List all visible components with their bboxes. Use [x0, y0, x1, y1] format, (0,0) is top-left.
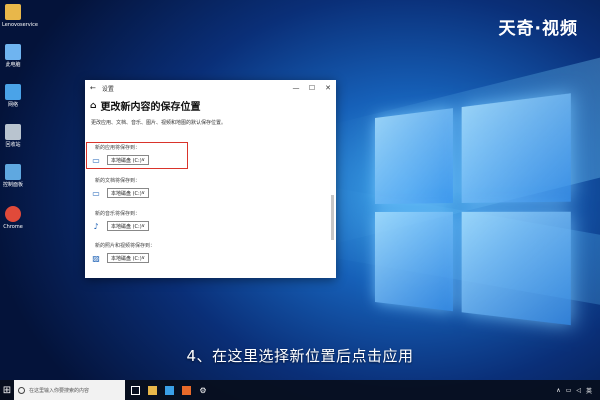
window-scrollbar[interactable] [331, 120, 335, 306]
app-icon [5, 4, 21, 20]
section-label: 新的文档将保存到： [95, 178, 141, 184]
photos-save-location: 新的照片和视频将保存到： ▨ 本地磁盘 (C:) ∨ [91, 242, 155, 263]
desktop-icon[interactable]: 此电脑 [2, 44, 24, 68]
desktop-icon-label: Lenovoservice [2, 22, 38, 28]
documents-save-location: 新的文档将保存到： ▭ 本地磁盘 (C:) ∨ [91, 177, 149, 198]
taskbar: ⊞ 在这里输入你要搜索的内容 ⚙ ∧ ▭ ◁ 英 [0, 380, 600, 400]
page-title: 更改新内容的保存位置 [100, 102, 201, 113]
minimize-icon[interactable]: — [288, 84, 304, 92]
app-icon [5, 164, 21, 180]
chevron-down-icon: ∨ [141, 255, 145, 261]
system-tray: ∧ ▭ ◁ 英 [551, 386, 600, 395]
highlight-box [86, 142, 188, 169]
taskbar-search[interactable]: 在这里输入你要搜索的内容 [14, 380, 125, 400]
music-save-location: 新的音乐将保存到： ♪ 本地磁盘 (C:) ∨ [91, 210, 149, 231]
photos-drive-select[interactable]: 本地磁盘 (C:) ∨ [107, 253, 149, 263]
search-icon [18, 386, 25, 394]
desktop-icon-label: 回收站 [5, 142, 21, 148]
chevron-up-icon[interactable]: ∧ [556, 387, 560, 394]
app-icon [5, 206, 21, 222]
search-placeholder: 在这里输入你要搜索的内容 [29, 387, 90, 394]
windows-logo-wallpaper [375, 93, 576, 334]
close-icon[interactable]: ✕ [320, 84, 336, 92]
browser-icon[interactable] [179, 380, 193, 400]
documents-drive-select[interactable]: 本地磁盘 (C:) ∨ [107, 188, 149, 198]
brand-watermark: 天奇·视频 [498, 19, 578, 39]
desktop-icon[interactable]: 控制面板 [2, 164, 24, 188]
music-icon: ♪ [93, 221, 99, 231]
start-icon[interactable]: ⊞ [0, 380, 14, 400]
page-description: 更改应用、文档、音乐、图片、视频和地图的默认保存位置。 [91, 120, 227, 126]
store-icon[interactable] [162, 380, 176, 400]
task-view-icon[interactable] [128, 380, 142, 400]
desktop-icon-label: 网络 [7, 102, 18, 108]
section-label: 新的音乐将保存到： [95, 211, 141, 217]
settings-gear-icon[interactable]: ⚙ [196, 380, 210, 400]
window-title: 设置 [101, 85, 114, 93]
desktop-icon[interactable]: 网络 [2, 84, 24, 108]
home-icon[interactable]: ⌂ [90, 101, 96, 111]
settings-window: ← 设置 — ☐ ✕ ⌂ 更改新内容的保存位置 更改应用、文档、音乐、图片、视频… [85, 80, 336, 278]
app-icon [5, 124, 21, 140]
chevron-down-icon: ∨ [141, 223, 145, 229]
desktop-icon[interactable]: Chrome [2, 206, 24, 230]
desktop-icon-label: Chrome [3, 224, 23, 230]
music-drive-select[interactable]: 本地磁盘 (C:) ∨ [107, 221, 149, 231]
folder-icon: ▭ [92, 188, 100, 198]
back-arrow-icon[interactable]: ← [90, 84, 96, 92]
network-icon[interactable]: ▭ [566, 387, 572, 394]
section-label: 新的照片和视频将保存到： [95, 243, 156, 249]
volume-icon[interactable]: ◁ [576, 387, 581, 394]
app-icon [5, 84, 21, 100]
desktop-icon[interactable]: Lenovoservice [2, 4, 38, 28]
window-titlebar: ← 设置 — ☐ ✕ [85, 80, 336, 96]
ime-language[interactable]: 英 [586, 386, 592, 395]
image-icon: ▨ [92, 253, 100, 263]
maximize-icon[interactable]: ☐ [304, 84, 320, 92]
tutorial-caption: 4、在这里选择新位置后点击应用 [186, 347, 414, 365]
app-icon [5, 44, 21, 60]
file-explorer-icon[interactable] [145, 380, 159, 400]
desktop-icon-label: 控制面板 [2, 182, 23, 188]
desktop-icon[interactable]: 回收站 [2, 124, 24, 148]
chevron-down-icon: ∨ [141, 190, 145, 196]
desktop-icon-label: 此电脑 [5, 62, 21, 68]
